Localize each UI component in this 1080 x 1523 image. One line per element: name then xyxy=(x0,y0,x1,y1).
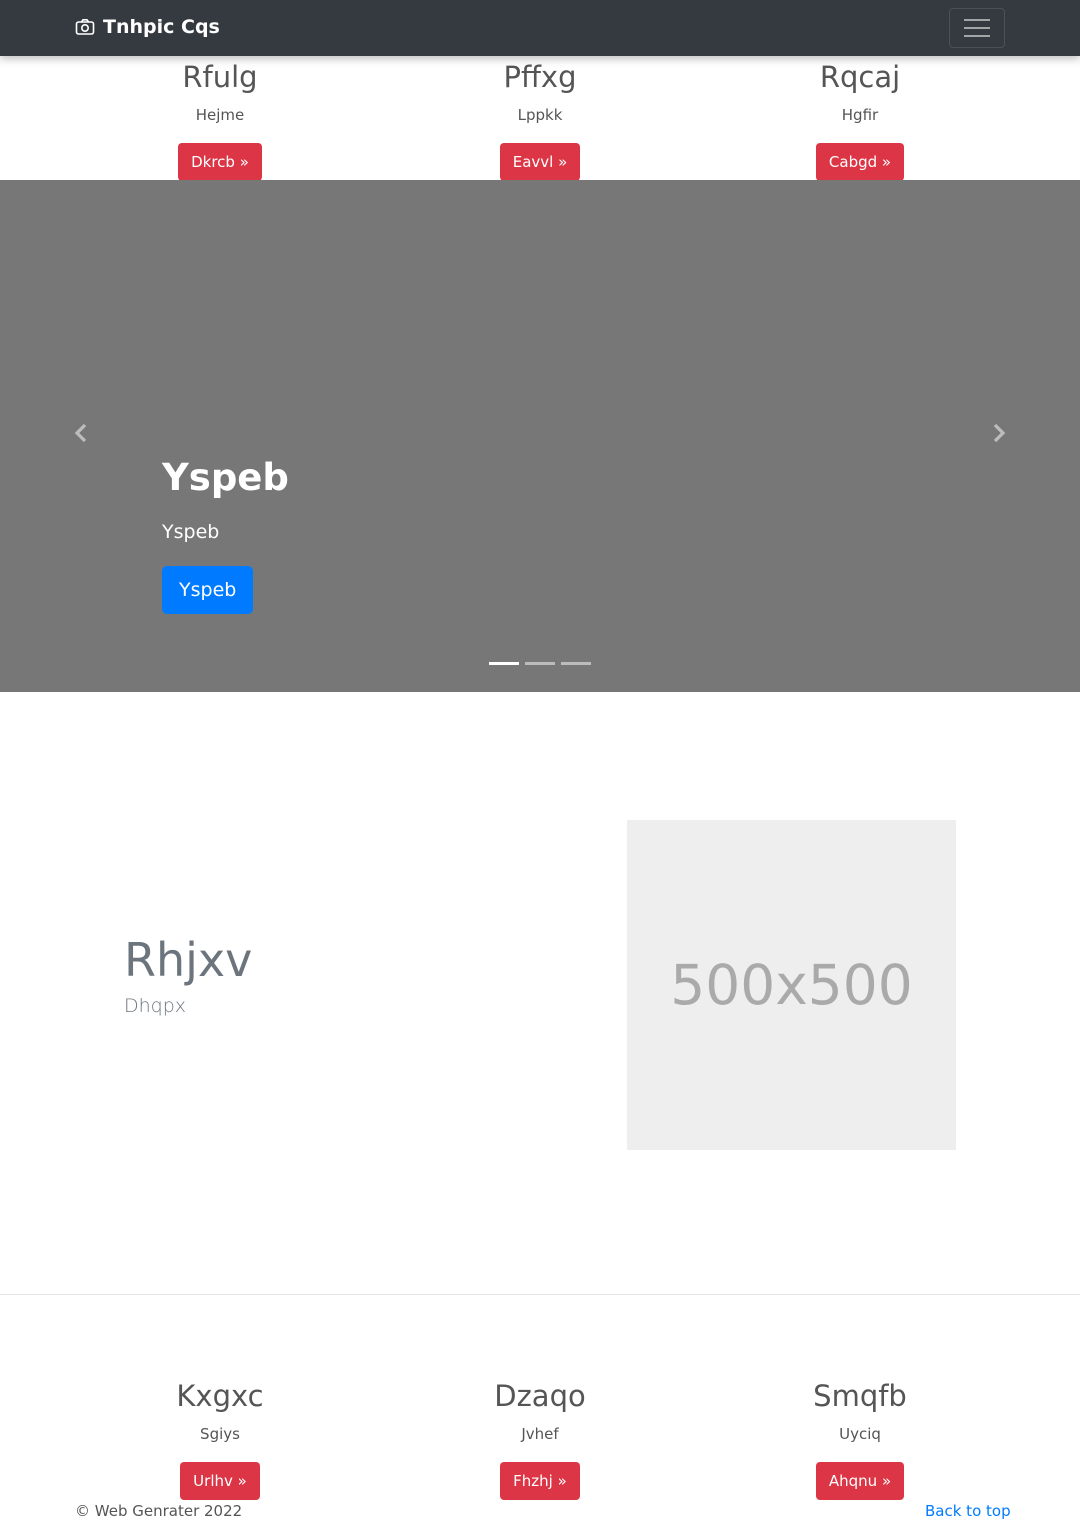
carousel-cta-button[interactable]: Yspeb xyxy=(162,566,254,614)
feature-text: Hgfir xyxy=(841,106,879,124)
feature-text: Sgiys xyxy=(200,1425,240,1443)
featurette-placeholder-image: 500x500 xyxy=(627,820,956,1150)
carousel: Yspeb Yspeb Yspeb xyxy=(0,180,1080,692)
carousel-next-button[interactable] xyxy=(984,418,1014,448)
back-to-top-link[interactable]: Back to top xyxy=(925,1502,1011,1520)
brand-name: Tnhpic Cqs xyxy=(103,16,220,38)
feature-column: Rfulg Hejme Dkrcb » xyxy=(70,59,370,181)
carousel-indicator[interactable] xyxy=(525,662,555,665)
chevron-left-icon xyxy=(74,423,87,443)
featurette-divider xyxy=(0,1294,1080,1295)
carousel-text: Yspeb xyxy=(162,521,220,543)
feature-column: Kxgxc Sgiys Urlhv » xyxy=(70,1378,370,1500)
feature-button[interactable]: Fhzhj » xyxy=(500,1462,580,1500)
feature-text: Lppkk xyxy=(517,106,563,124)
feature-column: Smqfb Uyciq Ahqnu » xyxy=(710,1378,1010,1500)
navbar-toggler-button[interactable] xyxy=(949,8,1005,48)
feature-title: Kxgxc xyxy=(176,1379,264,1413)
feature-text: Uyciq xyxy=(839,1425,881,1443)
navbar: Tnhpic Cqs xyxy=(0,0,1080,56)
feature-title: Pffxg xyxy=(503,60,577,94)
feature-button[interactable]: Urlhv » xyxy=(180,1462,260,1500)
carousel-indicators xyxy=(489,662,591,665)
feature-column: Rqcaj Hgfir Cabgd » xyxy=(710,59,1010,181)
feature-title: Dzaqo xyxy=(494,1379,586,1413)
carousel-caption: Yspeb Yspeb Yspeb xyxy=(162,456,289,614)
feature-column: Pffxg Lppkk Eavvl » xyxy=(390,59,690,181)
feature-column: Dzaqo Jvhef Fhzhj » xyxy=(390,1378,690,1500)
camera-icon xyxy=(75,19,95,35)
carousel-indicator[interactable] xyxy=(561,662,591,665)
carousel-indicator[interactable] xyxy=(489,662,519,665)
footer-copyright: © Web Genrater 2022 xyxy=(75,1502,243,1520)
feature-button[interactable]: Ahqnu » xyxy=(815,1462,905,1500)
feature-text: Jvhef xyxy=(521,1425,559,1443)
featurette-heading: Rhjxv xyxy=(124,933,253,987)
feature-title: Rqcaj xyxy=(819,60,901,94)
feature-title: Smqfb xyxy=(813,1379,907,1413)
feature-button[interactable]: Eavvl » xyxy=(499,143,581,181)
feature-button[interactable]: Dkrcb » xyxy=(178,143,262,181)
carousel-prev-button[interactable] xyxy=(66,418,96,448)
feature-button[interactable]: Cabgd » xyxy=(815,143,905,181)
hamburger-menu-icon xyxy=(964,19,990,21)
featurette-subheading: Dhqpx xyxy=(124,995,187,1017)
feature-text: Hejme xyxy=(195,106,245,124)
carousel-heading: Yspeb xyxy=(162,456,289,499)
brand-link[interactable]: Tnhpic Cqs xyxy=(75,16,220,38)
placeholder-image-label: 500x500 xyxy=(670,953,913,1017)
feature-title: Rfulg xyxy=(182,60,258,94)
chevron-right-icon xyxy=(993,423,1006,443)
